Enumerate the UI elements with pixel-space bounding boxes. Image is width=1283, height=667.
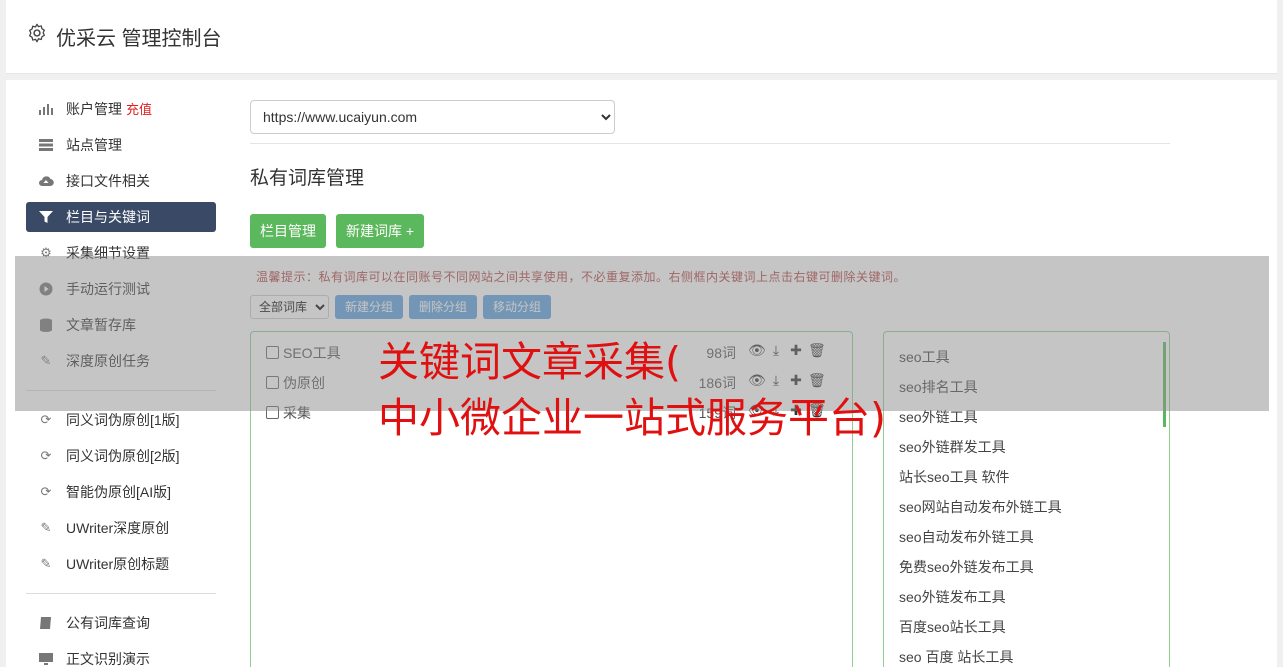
- sidebar-item-sites[interactable]: 站点管理: [26, 130, 216, 160]
- filter-icon: [38, 210, 54, 224]
- keyword-item[interactable]: 百度seo站长工具: [884, 612, 1169, 642]
- refresh-icon: ⟳: [40, 448, 52, 463]
- sidebar-item-account[interactable]: 账户管理 充值: [26, 94, 216, 124]
- sidebar-item-interface[interactable]: 接口文件相关: [26, 166, 216, 196]
- sidebar-item-public-lexicon[interactable]: 公有词库查询: [26, 608, 216, 638]
- keyword-item[interactable]: seo外链群发工具: [884, 432, 1169, 462]
- keyword-item[interactable]: seo自动发布外链工具: [884, 522, 1169, 552]
- new-lexicon-button[interactable]: 新建词库 +: [336, 214, 425, 248]
- book-icon: [38, 616, 54, 630]
- sidebar-item-uwriter-title[interactable]: ✎ UWriter原创标题: [26, 549, 216, 579]
- top-bar: 优采云 管理控制台: [6, 0, 1277, 74]
- column-manage-button[interactable]: 栏目管理: [250, 214, 326, 248]
- monitor-icon: [38, 652, 54, 666]
- sidebar-item-label: 正文识别演示: [66, 651, 150, 667]
- sidebar-item-label: 同义词伪原创[1版]: [66, 412, 180, 428]
- recharge-link[interactable]: 充值: [126, 102, 152, 117]
- sidebar-divider: [26, 593, 216, 594]
- sidebar-item-label: 同义词伪原创[2版]: [66, 448, 180, 464]
- keyword-item[interactable]: seo 百度 站长工具: [884, 642, 1169, 667]
- sidebar-item-columns-keywords[interactable]: 栏目与关键词: [26, 202, 216, 232]
- refresh-icon: ⟳: [40, 412, 52, 427]
- sidebar-item-label: UWriter原创标题: [66, 556, 170, 572]
- gear-icon: [29, 23, 45, 43]
- site-select[interactable]: https://www.ucaiyun.com: [250, 100, 615, 134]
- sidebar-item-label: 公有词库查询: [66, 615, 150, 631]
- refresh-icon: ⟳: [40, 484, 52, 499]
- sidebar-item-uwriter-deep[interactable]: ✎ UWriter深度原创: [26, 513, 216, 543]
- sidebar-item-text-recognition[interactable]: 正文识别演示: [26, 644, 216, 667]
- bar-chart-icon: [38, 102, 54, 116]
- edit-icon: ✎: [40, 556, 52, 571]
- sidebar-item-ai-original[interactable]: ⟳ 智能伪原创[AI版]: [26, 477, 216, 507]
- sidebar-item-label: 栏目与关键词: [66, 209, 150, 225]
- keyword-item[interactable]: 免费seo外链发布工具: [884, 552, 1169, 582]
- sidebar-item-label: UWriter深度原创: [66, 520, 170, 536]
- sidebar-item-label: 智能伪原创[AI版]: [66, 484, 172, 500]
- server-icon: [38, 138, 54, 152]
- sidebar-item-label: 接口文件相关: [66, 173, 150, 189]
- overlay-caption: 关键词文章采集( 中小微企业一站式服务平台): [378, 334, 886, 446]
- action-buttons: 栏目管理 新建词库 +: [250, 214, 1170, 248]
- edit-icon: ✎: [40, 520, 52, 535]
- page-title: 优采云 管理控制台: [56, 28, 222, 50]
- divider: [250, 143, 1170, 144]
- sidebar-item-label: 站点管理: [66, 137, 122, 153]
- keyword-item[interactable]: 站长seo工具 软件: [884, 462, 1169, 492]
- section-title: 私有词库管理: [250, 168, 365, 189]
- overlay-line-2: 中小微企业一站式服务平台): [378, 394, 886, 442]
- sidebar-item-synonym-v2[interactable]: ⟳ 同义词伪原创[2版]: [26, 441, 216, 471]
- overlay-line-1: 关键词文章采集(: [378, 338, 681, 386]
- keyword-item[interactable]: seo网站自动发布外链工具: [884, 492, 1169, 522]
- keyword-item[interactable]: seo外链发布工具: [884, 582, 1169, 612]
- cloud-upload-icon: [38, 174, 54, 188]
- sidebar-item-label: 账户管理: [66, 101, 122, 117]
